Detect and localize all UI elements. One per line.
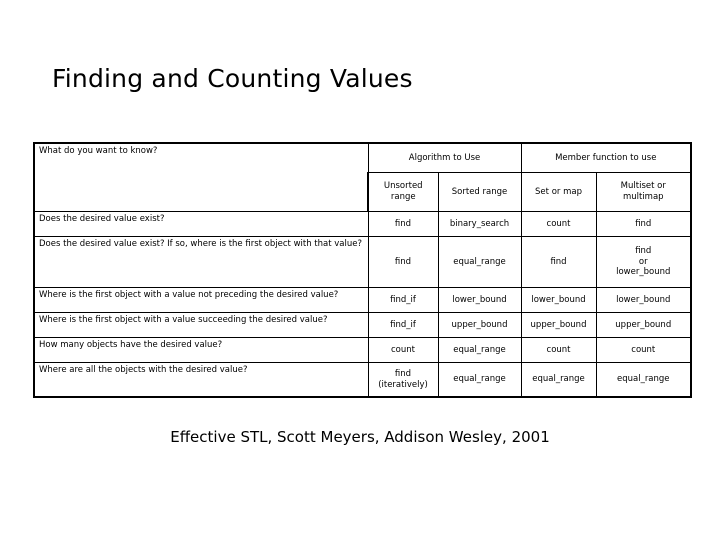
row-set-or-map: count [520, 211, 597, 237]
row-multiset-or-multimap: find or lower_bound [595, 236, 693, 288]
row-question: Where is the first object with a value s… [33, 312, 369, 338]
row-sorted-range: equal_range [437, 236, 522, 288]
subheader-multiset-or-multimap: Multiset or multimap [595, 172, 693, 212]
row-sorted-range: equal_range [437, 337, 522, 363]
group-header-member-function: Member function to use [520, 142, 693, 173]
row-unsorted-range: find_if [367, 312, 439, 338]
row-sorted-range: lower_bound [437, 287, 522, 313]
row-multiset-or-multimap: lower_bound [595, 287, 693, 313]
source-citation: Effective STL, Scott Meyers, Addison Wes… [170, 428, 550, 446]
row-question: Does the desired value exist? If so, whe… [33, 236, 369, 288]
row-unsorted-range: find [367, 211, 439, 237]
row-multiset-or-multimap: upper_bound [595, 312, 693, 338]
subheader-sorted-range: Sorted range [437, 172, 522, 212]
row-set-or-map: lower_bound [520, 287, 597, 313]
row-question: How many objects have the desired value? [33, 337, 369, 363]
row-sorted-range: upper_bound [437, 312, 522, 338]
row-unsorted-range: find [367, 236, 439, 288]
row-unsorted-range: find (iteratively) [367, 362, 439, 398]
question-column-header: What do you want to know? [33, 142, 369, 212]
row-unsorted-range: count [367, 337, 439, 363]
row-multiset-or-multimap: equal_range [595, 362, 693, 398]
table-row: Does the desired value exist? find binar… [33, 211, 693, 237]
row-set-or-map: count [520, 337, 597, 363]
algorithm-selection-table: What do you want to know? Algorithm to U… [33, 142, 693, 398]
row-set-or-map: equal_range [520, 362, 597, 398]
page-title: Finding and Counting Values [52, 64, 413, 93]
table-row: How many objects have the desired value?… [33, 337, 693, 363]
row-multiset-or-multimap: count [595, 337, 693, 363]
subheader-set-or-map: Set or map [520, 172, 597, 212]
row-set-or-map: upper_bound [520, 312, 597, 338]
row-question: Where are all the objects with the desir… [33, 362, 369, 398]
table-header-row-groups: What do you want to know? Algorithm to U… [33, 142, 693, 212]
row-sorted-range: binary_search [437, 211, 522, 237]
group-header-algorithm: Algorithm to Use [367, 142, 522, 173]
table-row: Where is the first object with a value n… [33, 287, 693, 313]
subheader-unsorted-range: Unsorted range [367, 172, 439, 212]
row-unsorted-range: find_if [367, 287, 439, 313]
row-multiset-or-multimap: find [595, 211, 693, 237]
row-question: Where is the first object with a value n… [33, 287, 369, 313]
table-row: Where are all the objects with the desir… [33, 362, 693, 398]
table-row: Does the desired value exist? If so, whe… [33, 236, 693, 288]
row-set-or-map: find [520, 236, 597, 288]
table-row: Where is the first object with a value s… [33, 312, 693, 338]
row-question: Does the desired value exist? [33, 211, 369, 237]
slide: Finding and Counting Values What do you … [0, 0, 720, 540]
row-sorted-range: equal_range [437, 362, 522, 398]
algorithm-table-container: What do you want to know? Algorithm to U… [33, 142, 693, 398]
